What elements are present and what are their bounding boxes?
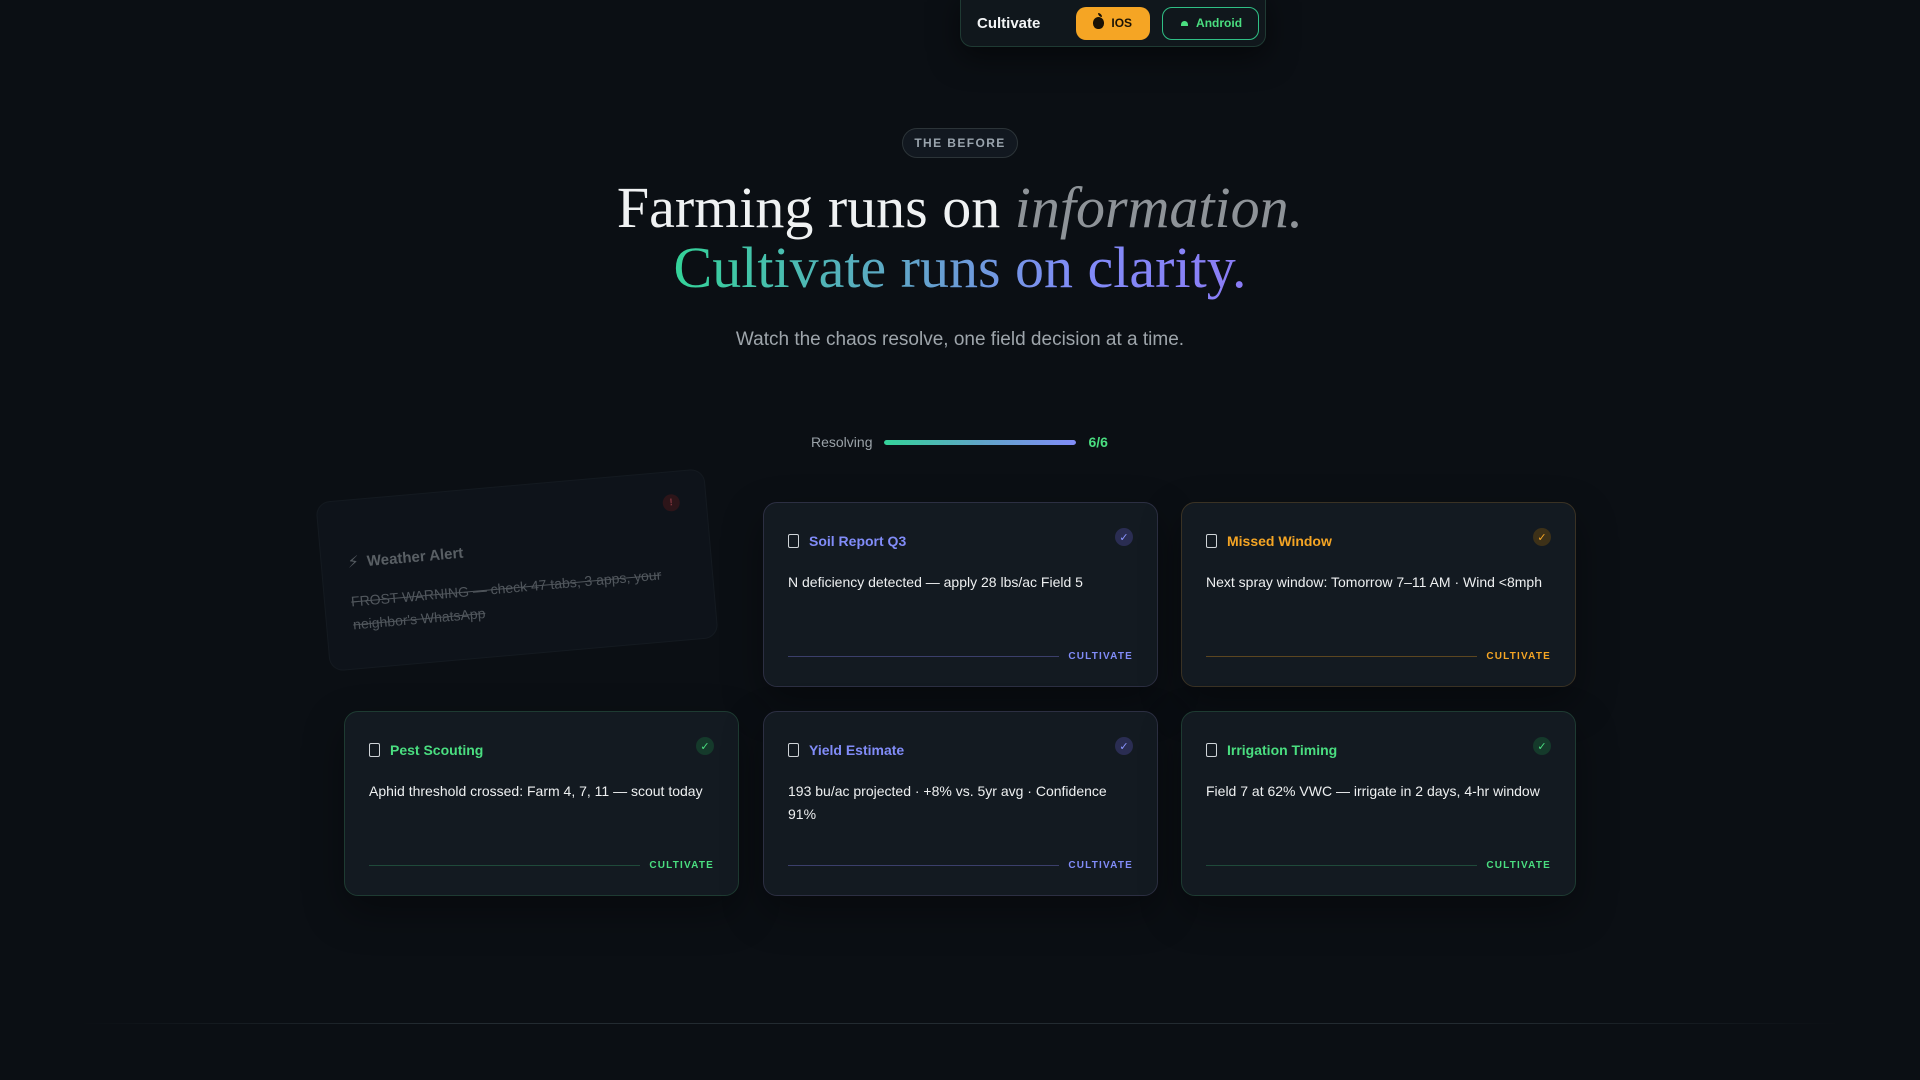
section-badge: THE BEFORE bbox=[902, 128, 1018, 158]
android-download-button[interactable]: Android bbox=[1162, 6, 1260, 40]
card-body: Next spray window: Tomorrow 7–11 AM · Wi… bbox=[1206, 574, 1543, 590]
resolve-progress: Resolving 6/6 bbox=[811, 434, 1108, 450]
android-icon bbox=[1181, 20, 1189, 26]
apple-icon bbox=[1093, 13, 1105, 29]
progress-count: 6/6 bbox=[1088, 434, 1108, 450]
check-icon: ✓ bbox=[1533, 737, 1551, 755]
page-headline: Farming runs on information. Cultivate r… bbox=[0, 178, 1920, 298]
footer-rule bbox=[788, 656, 1060, 657]
alert-icon: ! bbox=[662, 493, 681, 513]
weather-alert-body: FROST WARNING — check 47 tabs, 3 apps, y… bbox=[350, 566, 662, 633]
document-icon bbox=[788, 743, 799, 757]
footer-label: CULTIVATE bbox=[1068, 651, 1133, 662]
check-icon: ✓ bbox=[1533, 528, 1551, 546]
hero-subtitle: Watch the chaos resolve, one field decis… bbox=[735, 329, 1185, 350]
card-body: Field 7 at 62% VWC — irrigate in 2 days,… bbox=[1206, 783, 1540, 799]
card-title: Missed Window bbox=[1227, 533, 1332, 549]
progress-label: Resolving bbox=[811, 434, 873, 450]
bolt-icon: ⚡ bbox=[347, 553, 360, 572]
card-title: Yield Estimate bbox=[809, 742, 905, 758]
card-missed-window[interactable]: ✓ Missed Window Next spray window: Tomor… bbox=[1181, 502, 1576, 687]
section-divider bbox=[80, 1023, 1840, 1024]
check-icon: ✓ bbox=[1115, 528, 1133, 546]
document-icon bbox=[788, 534, 799, 548]
card-footer: CULTIVATE bbox=[1206, 860, 1551, 871]
progress-track bbox=[884, 439, 1077, 445]
weather-alert-card: ! ⚡ Weather Alert FROST WARNING — check … bbox=[315, 468, 719, 672]
weather-alert-title: Weather Alert bbox=[366, 544, 464, 570]
footer-label: CULTIVATE bbox=[1486, 860, 1551, 871]
document-icon bbox=[1206, 534, 1217, 548]
footer-rule bbox=[369, 865, 641, 866]
card-irrigation-timing[interactable]: ✓ Irrigation Timing Field 7 at 62% VWC —… bbox=[1181, 711, 1576, 896]
headline-line-2: Cultivate runs on clarity. bbox=[673, 235, 1247, 300]
check-icon: ✓ bbox=[696, 737, 714, 755]
card-title: Soil Report Q3 bbox=[809, 533, 907, 549]
card-body: N deficiency detected — apply 28 lbs/ac … bbox=[788, 574, 1083, 590]
card-pest-scouting[interactable]: ✓ Pest Scouting Aphid threshold crossed:… bbox=[344, 711, 739, 896]
card-yield-estimate[interactable]: ✓ Yield Estimate 193 bu/ac projected · +… bbox=[763, 711, 1158, 896]
ios-download-button[interactable]: IOS bbox=[1076, 6, 1151, 40]
footer-rule bbox=[788, 865, 1060, 866]
card-body: 193 bu/ac projected · +8% vs. 5yr avg · … bbox=[788, 783, 1107, 822]
card-footer: CULTIVATE bbox=[1206, 651, 1551, 662]
android-button-label: Android bbox=[1196, 16, 1243, 30]
footer-rule bbox=[1206, 865, 1478, 866]
brand-name[interactable]: Cultivate bbox=[977, 15, 1040, 32]
footer-label: CULTIVATE bbox=[649, 860, 714, 871]
card-soil-report[interactable]: ✓ Soil Report Q3 N deficiency detected —… bbox=[763, 502, 1158, 687]
top-nav: Cultivate IOS Android bbox=[960, 0, 1266, 47]
card-footer: CULTIVATE bbox=[369, 860, 714, 871]
card-footer: CULTIVATE bbox=[788, 860, 1133, 871]
card-body: Aphid threshold crossed: Farm 4, 7, 11 —… bbox=[369, 783, 703, 799]
card-title: Irrigation Timing bbox=[1227, 742, 1338, 758]
card-title: Pest Scouting bbox=[390, 742, 484, 758]
document-icon bbox=[369, 743, 380, 757]
headline-line-1: Farming runs on information. bbox=[0, 178, 1920, 238]
ios-button-label: IOS bbox=[1111, 16, 1133, 30]
card-footer: CULTIVATE bbox=[788, 651, 1133, 662]
headline-italic: information. bbox=[1014, 175, 1304, 240]
check-icon: ✓ bbox=[1115, 737, 1133, 755]
progress-fill bbox=[884, 439, 1077, 445]
document-icon bbox=[1206, 743, 1217, 757]
footer-label: CULTIVATE bbox=[1068, 860, 1133, 871]
footer-rule bbox=[1206, 656, 1478, 657]
footer-label: CULTIVATE bbox=[1486, 651, 1551, 662]
headline-plain: Farming runs on bbox=[616, 175, 1015, 240]
